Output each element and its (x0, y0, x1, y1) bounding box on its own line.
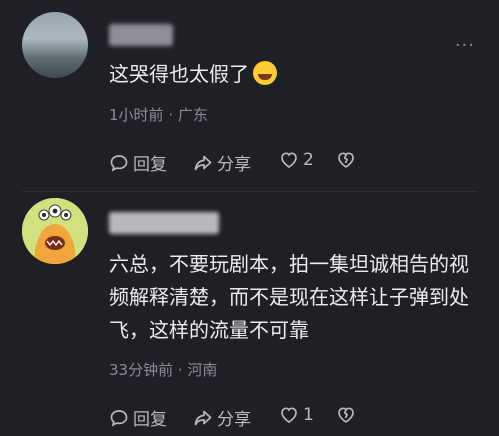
dislike-button[interactable] (336, 150, 356, 170)
reply-button[interactable]: 回复 (109, 150, 167, 175)
comment-1: ··· 这哭得也太假了 1小时前 · 广东 回复 分享 2 (0, 0, 499, 192)
share-label: 分享 (217, 155, 251, 175)
dislike-button[interactable] (336, 405, 356, 425)
comment-meta: 33分钟前 · 河南 (109, 359, 217, 380)
share-label: 分享 (217, 410, 251, 430)
comment-actions: 回复 分享 2 (109, 150, 475, 176)
avatar[interactable] (22, 198, 88, 264)
share-button[interactable]: 分享 (193, 150, 251, 175)
reply-label: 回复 (133, 155, 167, 175)
meta-separator: · (163, 106, 178, 124)
comment-time: 1小时前 (109, 106, 164, 124)
reply-button[interactable]: 回复 (109, 405, 167, 430)
like-button[interactable]: 2 (279, 150, 314, 170)
comment-2: 六总，不要玩剧本，拍一集坦诚相告的视频解释清楚，而不是现在这样让子弹到处飞，这样… (0, 192, 499, 436)
username-redacted[interactable] (109, 24, 173, 46)
like-button[interactable]: 1 (279, 405, 314, 425)
username-redacted[interactable] (109, 212, 219, 234)
reply-bubble-icon (110, 154, 128, 172)
broken-heart-icon (338, 152, 354, 168)
laughing-tears-emoji-icon (253, 61, 277, 85)
like-count: 1 (303, 405, 314, 425)
like-count: 2 (303, 150, 314, 170)
comment-location: 广东 (177, 106, 208, 124)
heart-icon (281, 407, 297, 424)
comment-location: 河南 (187, 361, 218, 379)
comment-text: 这哭得也太假了 (109, 58, 475, 91)
meta-separator: · (173, 361, 188, 379)
avatar[interactable] (22, 12, 88, 78)
comment-text-content: 这哭得也太假了 (109, 62, 249, 86)
broken-heart-icon (338, 407, 354, 423)
monster-avatar-icon (22, 198, 88, 264)
comment-actions: 回复 分享 1 (109, 405, 475, 431)
comment-text: 六总，不要玩剧本，拍一集坦诚相告的视频解释清楚，而不是现在这样让子弹到处飞，这样… (109, 252, 469, 342)
heart-icon (281, 152, 297, 169)
reply-bubble-icon (110, 409, 128, 427)
reply-label: 回复 (133, 410, 167, 430)
share-arrow-icon (194, 155, 212, 170)
more-options-icon[interactable]: ··· (455, 35, 475, 56)
comment-meta: 1小时前 · 广东 (109, 104, 208, 125)
comment-time: 33分钟前 (109, 361, 174, 379)
share-button[interactable]: 分享 (193, 405, 251, 430)
share-arrow-icon (194, 410, 212, 425)
